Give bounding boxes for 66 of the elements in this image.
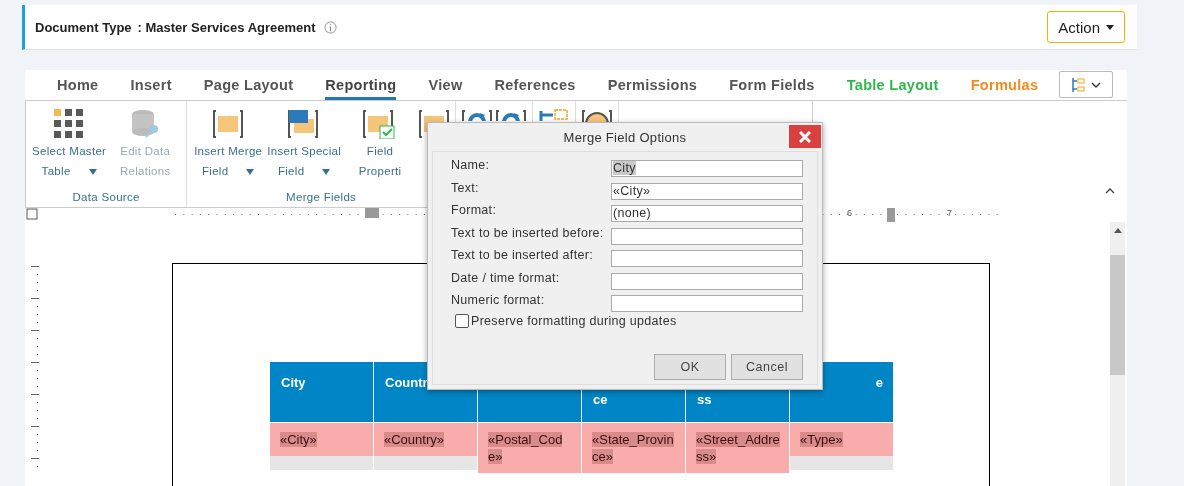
ribbon-tab[interactable]: Permissions xyxy=(607,70,698,100)
chevron-down-icon xyxy=(1091,81,1101,88)
ribbon-group-label: Data Source xyxy=(72,191,140,203)
dropdown-caret-icon[interactable] xyxy=(322,169,331,175)
field-label: Date / time format: xyxy=(451,270,560,285)
scrollbar[interactable] xyxy=(1110,222,1125,486)
grid-icon xyxy=(54,109,85,139)
close-button[interactable] xyxy=(789,125,821,148)
ribbon-tab[interactable]: Reporting xyxy=(325,70,397,100)
checkbox[interactable] xyxy=(455,313,469,328)
ribbon-tab[interactable]: References xyxy=(494,70,576,100)
close-icon xyxy=(799,130,811,143)
ruler-number: 7 xyxy=(947,208,952,218)
ribbon-button[interactable]: Select Master Table xyxy=(32,109,107,191)
dropdown-caret-icon[interactable] xyxy=(88,169,97,175)
database-icon xyxy=(130,109,161,139)
field-label: Text to be inserted after: xyxy=(451,248,593,262)
collapse-ribbon-icon[interactable] xyxy=(1105,188,1115,194)
merge-field-icon xyxy=(213,109,244,139)
ribbon-tab[interactable]: Form Fields xyxy=(729,70,815,100)
field-properties-icon xyxy=(363,109,398,139)
ribbon-group-label: Merge Fields xyxy=(286,191,357,203)
input-field[interactable] xyxy=(611,227,803,245)
field-label: Text: xyxy=(451,180,479,195)
document-type-label: Document Type xyxy=(35,19,132,35)
ribbon-tab[interactable]: Page Layout xyxy=(203,70,294,100)
dropdown-caret-icon[interactable] xyxy=(246,169,255,175)
table-header-cell: City xyxy=(270,362,373,422)
field-label: Text to be inserted before: xyxy=(451,225,604,240)
scroll-up-icon[interactable] xyxy=(1113,228,1122,233)
ribbon-tab[interactable]: View xyxy=(428,70,463,100)
ribbon-tab[interactable]: Insert xyxy=(130,70,172,100)
ribbon-tab[interactable]: Home xyxy=(57,70,99,100)
table-cell: «City» xyxy=(270,423,373,456)
field-label: Numeric format: xyxy=(451,293,545,307)
caret-icon xyxy=(1106,24,1114,30)
view-layout-dropdown[interactable] xyxy=(1059,71,1113,98)
dialog-button[interactable]: Cancel xyxy=(731,353,803,380)
table-cell: «Postal_Code» xyxy=(478,423,581,473)
table-cell: «State_Province» xyxy=(582,423,685,473)
input-field[interactable] xyxy=(611,272,803,290)
action-button[interactable]: Action xyxy=(1047,11,1125,43)
field-label: Format: xyxy=(451,203,497,217)
checkbox-label: Preserve formatting during updates xyxy=(471,313,677,328)
refresh-field-icon xyxy=(496,109,527,121)
info-icon[interactable] xyxy=(323,20,337,34)
refresh-field-icon xyxy=(462,109,493,121)
input-field[interactable]: «City» xyxy=(611,182,803,200)
table-cell: «Street_Address» xyxy=(686,423,789,473)
ruler-number: 6 xyxy=(847,208,852,218)
ribbon-button[interactable]: Insert Special Field xyxy=(267,109,342,191)
ribbon-button[interactable]: Field Properti xyxy=(345,109,416,191)
dialog-button[interactable]: OK xyxy=(654,353,726,380)
table-cell: «Type» xyxy=(790,423,893,456)
document-type-value: : Master Services Agreement xyxy=(137,19,316,35)
layout-icon xyxy=(539,109,570,121)
input-field[interactable] xyxy=(611,250,803,267)
ribbon-button[interactable]: Insert Merge Field xyxy=(193,109,264,191)
table-cell: «Country» xyxy=(374,423,477,456)
field-label: Name: xyxy=(451,158,490,172)
special-field-icon xyxy=(288,109,321,139)
input-field[interactable]: (none) xyxy=(611,205,803,222)
layout-icon xyxy=(1071,76,1085,93)
input-field[interactable] xyxy=(611,295,803,312)
dialog-title: Merge Field Options xyxy=(563,129,687,145)
input-field[interactable]: City xyxy=(611,160,803,177)
